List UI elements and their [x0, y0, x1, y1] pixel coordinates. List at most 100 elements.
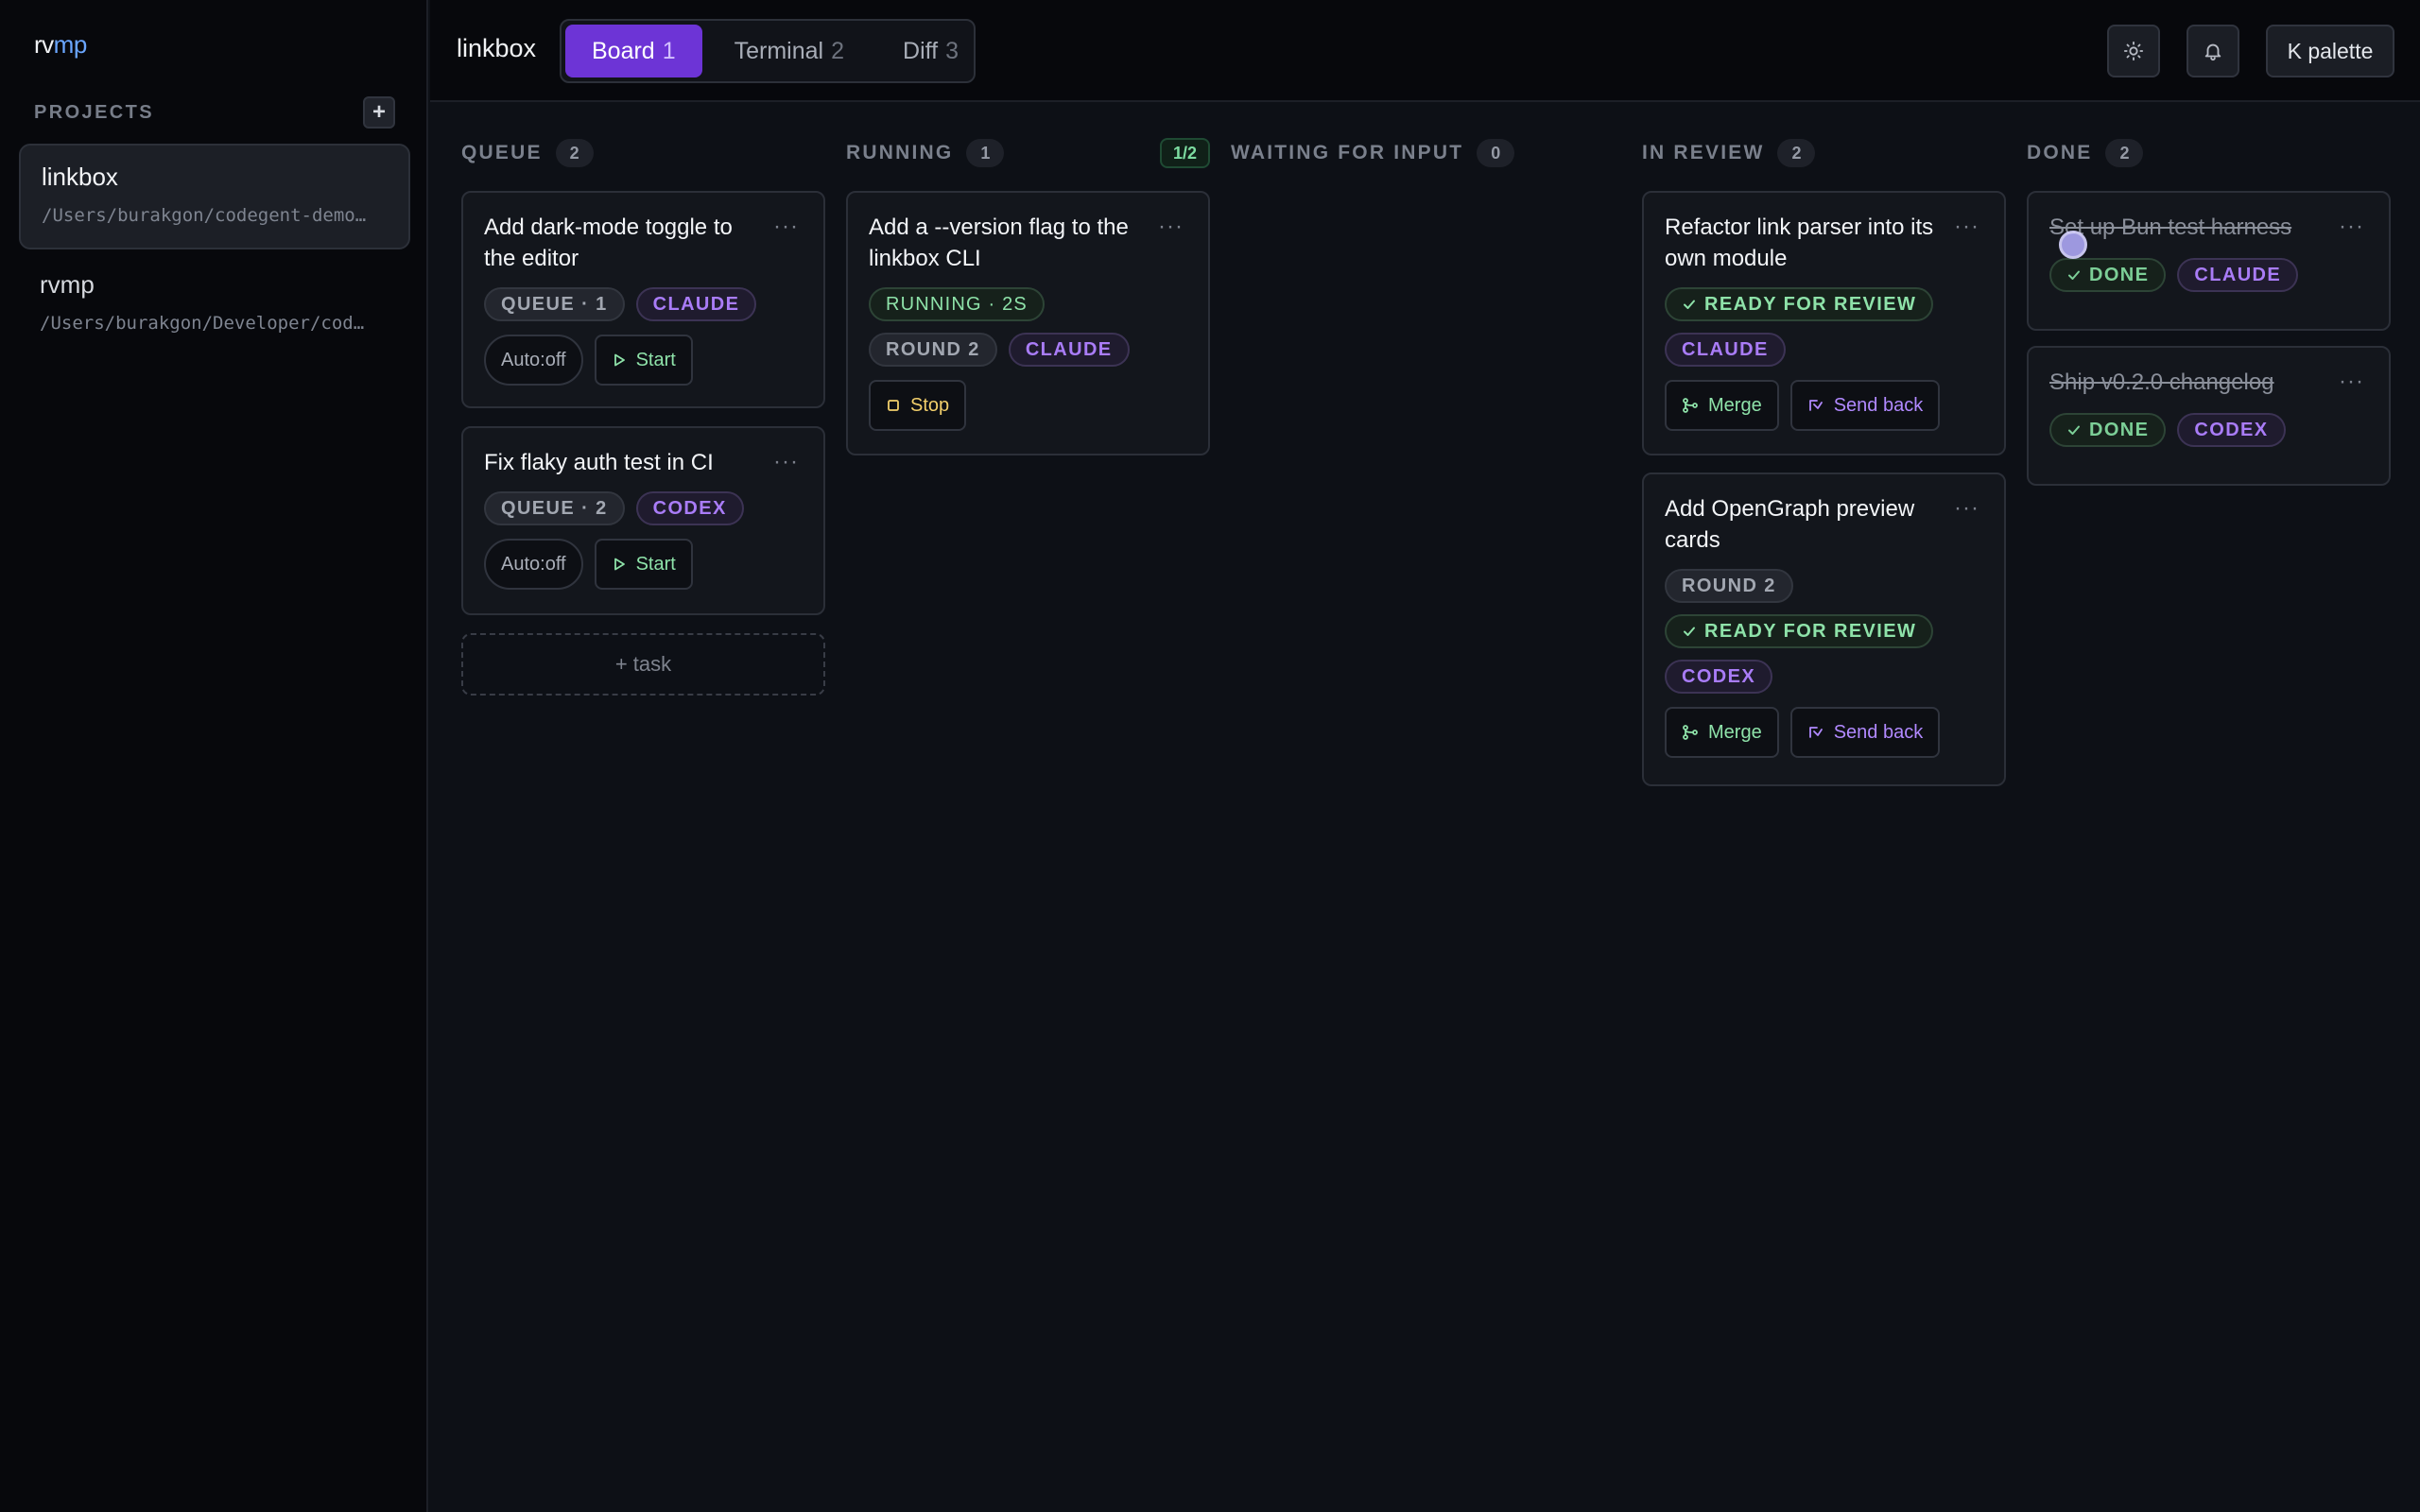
ready-label: READY FOR REVIEW	[1704, 620, 1917, 642]
bell-icon	[2204, 43, 2221, 61]
project-item-rvmp[interactable]: rvmp /Users/burakgon/Developer/cod…	[19, 253, 410, 359]
projects-header: PROJECTS +	[34, 96, 395, 129]
projects-label: PROJECTS	[34, 101, 155, 123]
tab-board[interactable]: Board 1	[565, 25, 702, 77]
more-options-icon[interactable]: ···	[1954, 495, 1979, 522]
task-title: Ship v0.2.0 changelog	[2049, 369, 2274, 395]
tab-label: Board	[592, 37, 655, 64]
column-count: 2	[555, 139, 594, 167]
send-back-label: Send back	[1833, 394, 1924, 416]
git-merge-icon	[1683, 725, 1698, 740]
column-count: 2	[1777, 139, 1816, 167]
start-label: Start	[635, 349, 676, 370]
task-chips: DONE CODEX	[2049, 413, 2352, 447]
task-title: Refactor link parser into its own module	[1665, 215, 1934, 271]
agent-badge: CLAUDE	[1008, 333, 1130, 367]
column-header: RUNNING 1 1/2	[846, 136, 1210, 170]
task-chips: RUNNING · 2S ROUND 2 CLAUDE	[869, 287, 1171, 367]
tab-shortcut: 2	[831, 37, 845, 64]
merge-label: Merge	[1708, 394, 1762, 416]
column-title: RUNNING	[846, 142, 954, 163]
tab-label: Terminal	[734, 37, 824, 64]
column-count: 1	[966, 139, 1005, 167]
column-count: 0	[1477, 139, 1515, 167]
more-options-icon[interactable]: ···	[1954, 214, 1979, 240]
ready-badge: READY FOR REVIEW	[1665, 287, 1934, 321]
notifications-button[interactable]	[2187, 25, 2239, 77]
task-actions: Auto:off Start	[484, 335, 803, 386]
tab-shortcut: 1	[662, 37, 676, 64]
task-card[interactable]: Add OpenGraph preview cards ··· ROUND 2 …	[1642, 472, 2006, 786]
more-options-icon[interactable]: ···	[773, 214, 799, 240]
column-running: RUNNING 1 1/2 Add a --version flag to th…	[846, 136, 1210, 455]
round-badge: ROUND 2	[869, 333, 997, 367]
tab-diff[interactable]: Diff 3	[876, 25, 985, 77]
done-badge: DONE	[2049, 258, 2167, 292]
project-name: linkbox	[42, 163, 118, 191]
topbar: linkbox Board 1 Terminal 2 Diff 3 K pale…	[430, 0, 2420, 102]
task-card[interactable]: Ship v0.2.0 changelog ··· DONE CODEX	[2027, 346, 2391, 486]
column-header: QUEUE 2	[461, 136, 825, 170]
more-options-icon[interactable]: ···	[2339, 369, 2364, 395]
check-icon	[2068, 270, 2080, 280]
merge-label: Merge	[1708, 721, 1762, 743]
tab-terminal[interactable]: Terminal 2	[708, 25, 871, 77]
task-card[interactable]: Fix flaky auth test in CI ··· QUEUE · 2 …	[461, 426, 825, 615]
task-card[interactable]: Set up Bun test harness ··· DONE CLAUDE	[2027, 191, 2391, 331]
column-in-review: IN REVIEW 2 Refactor link parser into it…	[1642, 136, 2006, 786]
task-card[interactable]: Add a --version flag to the linkbox CLI …	[846, 191, 1210, 455]
check-icon	[1684, 627, 1695, 636]
send-back-button[interactable]: Send back	[1789, 707, 1941, 758]
tab-label: Diff	[903, 37, 939, 64]
command-palette-button[interactable]: K palette	[2266, 25, 2394, 77]
project-item-linkbox[interactable]: linkbox /Users/burakgon/codegent-demo…	[19, 144, 410, 249]
task-title: Fix flaky auth test in CI	[484, 450, 714, 475]
add-project-button[interactable]: +	[363, 96, 395, 129]
agent-badge: CLAUDE	[2177, 258, 2299, 292]
task-chips: QUEUE · 1 CLAUDE	[484, 287, 786, 321]
start-button[interactable]: Start	[594, 539, 693, 590]
column-header: IN REVIEW 2	[1642, 136, 2006, 170]
merge-button[interactable]: Merge	[1665, 380, 1779, 431]
column-title: WAITING FOR INPUT	[1231, 142, 1464, 163]
project-path: /Users/burakgon/Developer/cod…	[40, 313, 365, 334]
done-label: DONE	[2089, 264, 2150, 285]
merge-button[interactable]: Merge	[1665, 707, 1779, 758]
check-icon	[2068, 425, 2080, 435]
more-options-icon[interactable]: ···	[1158, 214, 1184, 240]
theme-toggle-button[interactable]	[2107, 25, 2160, 77]
auto-toggle-button[interactable]: Auto:off	[484, 539, 583, 590]
cursor-indicator	[2059, 231, 2087, 259]
column-count: 2	[2105, 139, 2144, 167]
git-merge-icon	[1683, 398, 1698, 413]
task-chips: QUEUE · 2 CODEX	[484, 491, 786, 525]
more-options-icon[interactable]: ···	[773, 449, 799, 475]
auto-toggle-button[interactable]: Auto:off	[484, 335, 583, 386]
more-options-icon[interactable]: ···	[2339, 214, 2364, 240]
task-card[interactable]: Add dark-mode toggle to the editor ··· Q…	[461, 191, 825, 408]
task-title: Add dark-mode toggle to the editor	[484, 215, 733, 271]
brand-left: rv	[34, 30, 54, 59]
send-back-icon	[1808, 727, 1823, 738]
column-header: DONE 2	[2027, 136, 2391, 170]
column-title: IN REVIEW	[1642, 142, 1765, 163]
send-back-icon	[1808, 400, 1823, 411]
task-card[interactable]: Refactor link parser into its own module…	[1642, 191, 2006, 455]
stop-button[interactable]: Stop	[869, 380, 967, 431]
play-icon	[614, 353, 625, 367]
status-badge: RUNNING · 2S	[869, 287, 1045, 321]
stop-icon	[888, 400, 899, 411]
round-badge: ROUND 2	[1665, 569, 1793, 603]
start-button[interactable]: Start	[594, 335, 693, 386]
send-back-button[interactable]: Send back	[1789, 380, 1941, 431]
task-chips: ROUND 2 READY FOR REVIEW CODEX	[1665, 569, 1967, 694]
agent-badge: CODEX	[635, 491, 744, 525]
add-task-button[interactable]: + task	[461, 633, 825, 696]
task-chips: DONE CLAUDE	[2049, 258, 2352, 292]
task-title: Add a --version flag to the linkbox CLI	[869, 215, 1129, 271]
view-tabs: Board 1 Terminal 2 Diff 3	[560, 19, 976, 83]
project-title: linkbox	[457, 34, 537, 62]
task-actions: Stop	[869, 380, 1187, 431]
task-title: Set up Bun test harness	[2049, 215, 2292, 240]
task-actions: Merge Send back	[1665, 707, 1983, 758]
